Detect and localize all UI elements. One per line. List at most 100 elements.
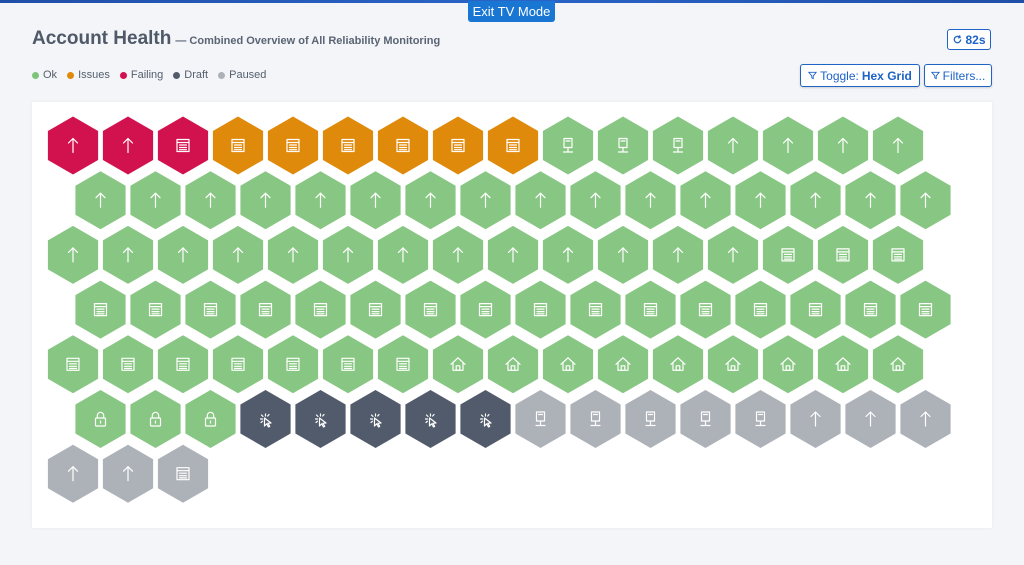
monitor-hex-ok[interactable] [542, 335, 594, 394]
refresh-countdown-button[interactable]: 82s [947, 29, 991, 50]
monitor-hex-ok[interactable] [75, 280, 126, 339]
monitor-hex-ok[interactable] [817, 116, 869, 175]
monitor-hex-ok[interactable] [212, 335, 264, 394]
filters-button[interactable]: Filters... [924, 64, 992, 87]
monitor-hex-draft[interactable] [350, 390, 401, 448]
monitor-hex-ok[interactable] [157, 225, 209, 284]
monitor-hex-ok[interactable] [570, 280, 621, 339]
monitor-hex-ok[interactable] [707, 225, 759, 284]
monitor-hex-ok[interactable] [185, 280, 236, 339]
monitor-hex-ok[interactable] [47, 225, 99, 284]
toggle-view-button[interactable]: Toggle: Hex Grid [800, 64, 920, 87]
monitor-hex-ok[interactable] [790, 171, 841, 230]
monitor-hex-failing[interactable] [47, 116, 99, 175]
monitor-hex-ok[interactable] [817, 225, 869, 284]
monitor-hex-ok[interactable] [322, 335, 374, 394]
monitor-hex-ok[interactable] [130, 171, 181, 230]
monitor-hex-ok[interactable] [212, 225, 264, 284]
monitor-hex-ok[interactable] [625, 171, 676, 230]
monitor-hex-ok[interactable] [405, 280, 456, 339]
monitor-hex-ok[interactable] [597, 335, 649, 394]
monitor-hex-draft[interactable] [240, 390, 291, 448]
monitor-hex-ok[interactable] [460, 171, 511, 230]
monitor-hex-issues[interactable] [487, 116, 539, 175]
monitor-hex-paused[interactable] [900, 390, 951, 448]
monitor-hex-ok[interactable] [240, 171, 291, 230]
monitor-hex-paused[interactable] [47, 444, 99, 503]
monitor-hex-ok[interactable] [185, 390, 236, 448]
monitor-hex-ok[interactable] [597, 116, 649, 175]
monitor-hex-ok[interactable] [542, 116, 594, 175]
monitor-hex-paused[interactable] [157, 444, 209, 503]
monitor-hex-ok[interactable] [680, 280, 731, 339]
monitor-hex-paused[interactable] [680, 390, 731, 448]
monitor-hex-ok[interactable] [625, 280, 676, 339]
monitor-hex-ok[interactable] [762, 225, 814, 284]
monitor-hex-paused[interactable] [570, 390, 621, 448]
monitor-hex-ok[interactable] [872, 335, 924, 394]
monitor-hex-ok[interactable] [377, 225, 429, 284]
monitor-hex-issues[interactable] [212, 116, 264, 175]
monitor-hex-issues[interactable] [267, 116, 319, 175]
monitor-hex-ok[interactable] [405, 171, 456, 230]
monitor-hex-ok[interactable] [845, 171, 896, 230]
monitor-hex-paused[interactable] [102, 444, 154, 503]
monitor-hex-ok[interactable] [597, 225, 649, 284]
monitor-hex-ok[interactable] [652, 116, 704, 175]
monitor-hex-ok[interactable] [75, 171, 126, 230]
monitor-hex-ok[interactable] [487, 335, 539, 394]
monitor-hex-paused[interactable] [735, 390, 786, 448]
monitor-hex-ok[interactable] [185, 171, 236, 230]
monitor-hex-ok[interactable] [157, 335, 209, 394]
monitor-hex-ok[interactable] [377, 335, 429, 394]
monitor-hex-ok[interactable] [872, 225, 924, 284]
monitor-hex-ok[interactable] [487, 225, 539, 284]
monitor-hex-ok[interactable] [707, 335, 759, 394]
monitor-hex-ok[interactable] [790, 280, 841, 339]
exit-tv-mode-button[interactable]: Exit TV Mode [468, 1, 555, 22]
monitor-hex-issues[interactable] [322, 116, 374, 175]
monitor-hex-ok[interactable] [267, 335, 319, 394]
monitor-hex-ok[interactable] [872, 116, 924, 175]
monitor-hex-draft[interactable] [460, 390, 511, 448]
monitor-hex-ok[interactable] [845, 280, 896, 339]
monitor-hex-ok[interactable] [75, 390, 126, 448]
monitor-hex-ok[interactable] [762, 116, 814, 175]
monitor-hex-ok[interactable] [432, 335, 484, 394]
monitor-hex-ok[interactable] [652, 335, 704, 394]
monitor-hex-failing[interactable] [157, 116, 209, 175]
monitor-hex-ok[interactable] [735, 171, 786, 230]
monitor-hex-ok[interactable] [295, 171, 346, 230]
monitor-hex-ok[interactable] [130, 390, 181, 448]
monitor-hex-ok[interactable] [542, 225, 594, 284]
monitor-hex-ok[interactable] [322, 225, 374, 284]
monitor-hex-paused[interactable] [790, 390, 841, 448]
monitor-hex-ok[interactable] [102, 225, 154, 284]
monitor-hex-ok[interactable] [515, 171, 566, 230]
monitor-hex-ok[interactable] [570, 171, 621, 230]
monitor-hex-ok[interactable] [460, 280, 511, 339]
monitor-hex-ok[interactable] [735, 280, 786, 339]
monitor-hex-ok[interactable] [295, 280, 346, 339]
monitor-hex-ok[interactable] [47, 335, 99, 394]
monitor-hex-issues[interactable] [377, 116, 429, 175]
monitor-hex-ok[interactable] [817, 335, 869, 394]
monitor-hex-paused[interactable] [625, 390, 676, 448]
monitor-hex-ok[interactable] [900, 171, 951, 230]
monitor-hex-ok[interactable] [432, 225, 484, 284]
monitor-hex-ok[interactable] [762, 335, 814, 394]
monitor-hex-ok[interactable] [900, 280, 951, 339]
monitor-hex-ok[interactable] [267, 225, 319, 284]
monitor-hex-paused[interactable] [515, 390, 566, 448]
monitor-hex-ok[interactable] [350, 171, 401, 230]
monitor-hex-ok[interactable] [130, 280, 181, 339]
monitor-hex-ok[interactable] [680, 171, 731, 230]
monitor-hex-failing[interactable] [102, 116, 154, 175]
monitor-hex-draft[interactable] [405, 390, 456, 448]
monitor-hex-ok[interactable] [652, 225, 704, 284]
monitor-hex-ok[interactable] [240, 280, 291, 339]
monitor-hex-draft[interactable] [295, 390, 346, 448]
monitor-hex-ok[interactable] [102, 335, 154, 394]
monitor-hex-paused[interactable] [845, 390, 896, 448]
monitor-hex-ok[interactable] [707, 116, 759, 175]
